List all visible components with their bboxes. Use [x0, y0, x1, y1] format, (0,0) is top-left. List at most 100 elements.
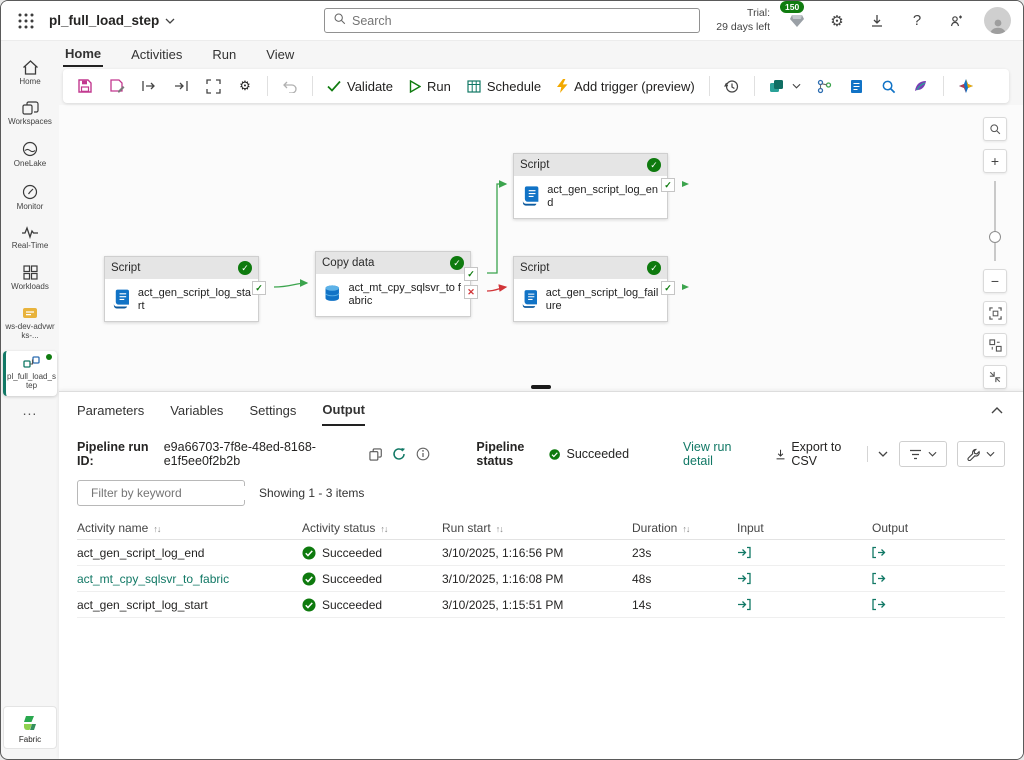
tab-settings[interactable]: Settings	[249, 403, 296, 425]
undo-button[interactable]	[276, 72, 304, 100]
zoom-slider-handle[interactable]	[989, 231, 1001, 243]
help-icon[interactable]: ?	[904, 8, 930, 34]
run-button[interactable]: Run	[403, 72, 457, 100]
on-success-port[interactable]: ✓	[661, 178, 675, 192]
auto-align-button[interactable]	[983, 333, 1007, 357]
filter-button[interactable]	[899, 441, 948, 467]
collapse-panel-icon[interactable]	[991, 402, 1003, 417]
zoom-out-button[interactable]: −	[983, 269, 1007, 293]
filter-row: Showing 1 - 3 items	[59, 468, 1023, 506]
on-success-port[interactable]: ✓	[464, 267, 478, 281]
input-icon[interactable]	[737, 572, 872, 585]
tab-output[interactable]: Output	[322, 402, 366, 426]
assistant-button[interactable]	[907, 72, 935, 100]
table-row[interactable]: act_gen_script_log_end Succeeded 3/10/20…	[77, 540, 1005, 566]
topbar-actions: Trial: 29 days left 150 ⚙ ?	[716, 1, 1011, 34]
save-as-button[interactable]	[103, 72, 131, 100]
notebook-button[interactable]	[843, 72, 871, 100]
search-input[interactable]	[352, 13, 691, 28]
sort-icon[interactable]: ↑↓	[153, 524, 161, 534]
sort-icon[interactable]: ↑↓	[380, 524, 388, 534]
success-status-icon	[302, 571, 316, 586]
export-csv-button[interactable]: Export to CSV	[775, 440, 858, 468]
trial-gem-icon[interactable]: 150	[780, 1, 810, 34]
tab-activities[interactable]: Activities	[129, 45, 184, 66]
input-icon[interactable]	[737, 598, 872, 611]
pipeline-canvas[interactable]: Script ✓ act_gen_script_log_start ✓ Copy…	[59, 105, 1023, 391]
output-icon[interactable]	[872, 572, 1005, 585]
input-icon[interactable]	[737, 546, 872, 559]
deployment-pipeline-button[interactable]	[763, 72, 807, 100]
sidebar-item-workspaces[interactable]: Workspaces	[3, 96, 57, 132]
app-launcher-icon[interactable]	[13, 8, 39, 34]
validate-button[interactable]: Validate	[321, 72, 399, 100]
pipeline-title-menu[interactable]: pl_full_load_step	[49, 13, 175, 28]
feedback-icon[interactable]	[944, 8, 970, 34]
col-activity-name[interactable]: Activity name ↑↓	[77, 521, 302, 535]
copilot-button[interactable]	[952, 72, 980, 100]
source-control-button[interactable]	[811, 72, 839, 100]
zoom-in-button[interactable]: +	[983, 149, 1007, 173]
node-script-log-failure[interactable]: Script ✓ act_gen_script_log_failure ✓	[513, 256, 675, 323]
sidebar-item-pipeline-active[interactable]: pl_full_load_step	[3, 350, 57, 396]
copy-run-id-icon[interactable]	[368, 445, 383, 463]
activity-name-link[interactable]: act_mt_cpy_sqlsvr_to_fabric	[77, 572, 302, 586]
account-avatar[interactable]	[984, 7, 1011, 34]
on-success-port[interactable]: ✓	[252, 281, 266, 295]
settings-gear-icon[interactable]: ⚙	[824, 8, 850, 34]
download-icon[interactable]	[864, 8, 890, 34]
info-icon[interactable]	[415, 445, 430, 463]
sort-icon[interactable]: ↑↓	[496, 524, 504, 534]
output-icon[interactable]	[872, 598, 1005, 611]
sidebar-item-onelake[interactable]: OneLake	[3, 136, 57, 174]
fabric-home-button[interactable]: Fabric	[3, 706, 57, 749]
sidebar-item-workloads[interactable]: Workloads	[3, 260, 57, 297]
keyword-filter-input[interactable]	[91, 486, 246, 500]
import-icon-button[interactable]	[135, 72, 163, 100]
save-button[interactable]	[71, 72, 99, 100]
export-icon-button[interactable]	[167, 72, 195, 100]
tab-view[interactable]: View	[264, 45, 296, 66]
col-run-start[interactable]: Run start ↑↓	[442, 521, 632, 535]
tab-parameters[interactable]: Parameters	[77, 403, 144, 425]
table-row[interactable]: act_gen_script_log_start Succeeded 3/10/…	[77, 592, 1005, 618]
resize-layout-button[interactable]	[199, 72, 227, 100]
tab-run[interactable]: Run	[210, 45, 238, 66]
pipeline-settings-button[interactable]: ⚙	[231, 72, 259, 100]
sidebar-item-home[interactable]: Home	[3, 55, 57, 92]
connector-lines	[273, 180, 689, 292]
tab-home[interactable]: Home	[63, 44, 104, 67]
on-success-port[interactable]: ✓	[661, 281, 675, 295]
global-search[interactable]	[324, 8, 700, 33]
sidebar-item-workspace-ws-dev[interactable]: ws-dev-advwrks-...	[3, 301, 57, 346]
sidebar-item-monitor[interactable]: Monitor	[3, 179, 57, 217]
sidebar-item-realtime[interactable]: Real-Time	[3, 221, 57, 256]
col-duration[interactable]: Duration ↑↓	[632, 521, 737, 535]
fit-to-screen-button[interactable]	[983, 301, 1007, 325]
keyword-filter[interactable]	[77, 480, 246, 506]
search-explore-button[interactable]	[875, 72, 903, 100]
table-row[interactable]: act_mt_cpy_sqlsvr_to_fabric Succeeded 3/…	[77, 566, 1005, 592]
add-trigger-button[interactable]: Add trigger (preview)	[551, 72, 701, 100]
collapse-canvas-button[interactable]	[983, 365, 1007, 389]
col-activity-status[interactable]: Activity status ↑↓	[302, 521, 442, 535]
refresh-icon[interactable]	[392, 445, 407, 463]
panel-resize-handle[interactable]	[531, 385, 551, 389]
tab-variables[interactable]: Variables	[170, 403, 223, 425]
canvas-search-button[interactable]	[983, 117, 1007, 141]
node-script-log-start[interactable]: Script ✓ act_gen_script_log_start ✓	[104, 256, 266, 323]
node-copy-data[interactable]: Copy data ✓ act_mt_cpy_sqlsvr_to fabric …	[315, 251, 478, 318]
output-icon[interactable]	[872, 546, 1005, 559]
sort-icon[interactable]: ↑↓	[682, 524, 690, 534]
chevron-down-icon	[165, 18, 175, 24]
on-failure-port[interactable]: ✕	[464, 285, 478, 299]
col-output: Output	[872, 520, 909, 535]
run-history-button[interactable]	[718, 72, 746, 100]
node-script-log-end[interactable]: Script ✓ act_gen_script_log_end ✓	[513, 153, 675, 220]
zoom-slider[interactable]	[989, 181, 1001, 261]
export-options-chevron[interactable]	[876, 445, 891, 463]
schedule-button[interactable]: Schedule	[461, 72, 547, 100]
sidebar-more-button[interactable]: ...	[23, 402, 38, 418]
view-run-detail-link[interactable]: View run detail	[683, 440, 753, 468]
column-settings-button[interactable]	[957, 441, 1006, 467]
